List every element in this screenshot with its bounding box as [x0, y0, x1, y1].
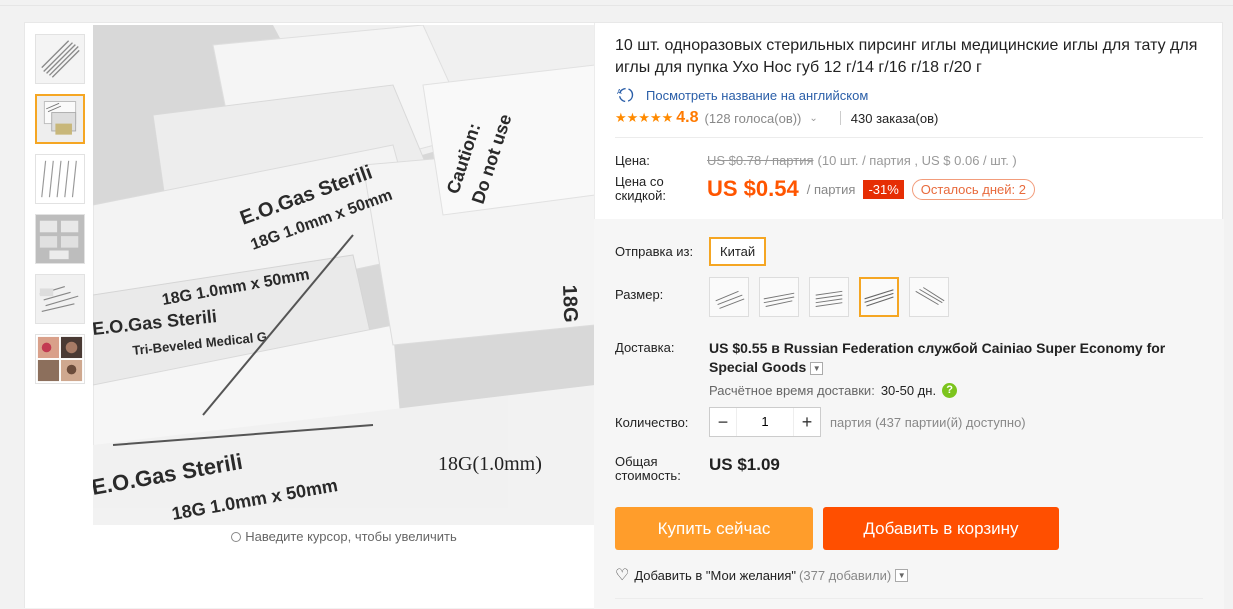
rating-separator: [839, 111, 841, 125]
heart-plus-icon[interactable]: ♡: [615, 565, 629, 585]
size-option-5[interactable]: [909, 277, 949, 317]
zoom-hint: Наведите курсор, чтобы увеличить: [93, 529, 595, 544]
wishlist-label[interactable]: Добавить в "Мои желания": [634, 568, 796, 583]
price-label: Цена:: [615, 153, 650, 168]
original-price-details: (10 шт. / партия , US $ 0.06 / шт. ): [817, 153, 1017, 168]
thumbnail-2[interactable]: [35, 94, 85, 144]
original-price: US $0.78 / партия: [707, 153, 814, 168]
delivery-eta: Расчётное время доставки: 30-50 дн.?: [709, 383, 1215, 398]
size-row: Размер:: [615, 277, 959, 317]
discount-price-row: Цена со скидкой: US $0.54 / партия -31% …: [615, 174, 1036, 203]
help-icon[interactable]: ?: [942, 383, 958, 398]
quantity-stepper: − 1 +: [709, 407, 821, 437]
svg-text:A: A: [617, 89, 622, 96]
translate-title-link[interactable]: A Посмотреть название на английском: [615, 87, 868, 103]
days-left-badge: Осталось дней: 2: [911, 178, 1036, 200]
thumbnail-4[interactable]: [35, 214, 85, 264]
top-strip: [0, 0, 1233, 6]
original-price-row: Цена: US $0.78 / партия (10 шт. / партия…: [615, 153, 1017, 168]
thumbnail-3[interactable]: [35, 154, 85, 204]
main-product-image[interactable]: E.O.Gas Sterili 18G 1.0mm x 50mm 18G 1.0…: [93, 25, 595, 525]
delivery-label: Доставка:: [615, 340, 675, 355]
delivery-row: Доставка: US $0.55 в Russian Federation …: [615, 339, 1215, 398]
rating-votes[interactable]: (128 голоса(ов)): [705, 111, 802, 126]
chevron-down-icon[interactable]: ▼: [895, 568, 909, 582]
quantity-label: Количество:: [615, 414, 689, 430]
translate-icon: A: [615, 87, 637, 103]
rating-row: ★★★★★ 4.8 (128 голоса(ов)) ⌄ 430 заказа(…: [615, 109, 938, 127]
total-price: US $1.09: [709, 455, 780, 474]
thumbnail-list: [35, 34, 85, 394]
quantity-input[interactable]: 1: [736, 408, 794, 436]
ship-from-label: Отправка из:: [615, 244, 694, 259]
size-option-4[interactable]: [859, 277, 899, 317]
delivery-method[interactable]: US $0.55 в Russian Federation службой Ca…: [709, 339, 1215, 377]
svg-text:18G: 18G: [558, 284, 581, 323]
product-title: 10 шт. одноразовых стерильных пирсинг иг…: [615, 37, 1198, 76]
rating-stars: ★★★★★: [615, 110, 674, 125]
discount-price-label: Цена со скидкой:: [615, 174, 666, 203]
increase-button[interactable]: +: [794, 408, 820, 436]
size-option-2[interactable]: [759, 277, 799, 317]
decrease-button[interactable]: −: [710, 408, 736, 436]
product-page: E.O.Gas Sterili 18G 1.0mm x 50mm 18G 1.0…: [24, 22, 1224, 609]
size-option-3[interactable]: [809, 277, 849, 317]
wishlist-count: (377 добавили): [799, 567, 892, 583]
total-row: Общая стоимость: US $1.09: [615, 455, 780, 483]
size-option-1[interactable]: [709, 277, 749, 317]
chevron-down-icon[interactable]: ⌄: [809, 113, 817, 124]
ship-from-row: Отправка из: Китай: [615, 237, 767, 266]
buy-now-button[interactable]: Купить сейчас: [615, 507, 813, 550]
add-to-cart-button[interactable]: Добавить в корзину: [823, 507, 1059, 550]
quantity-available: партия (437 партии(й) доступно): [830, 414, 1026, 430]
delivery-info: US $0.55 в Russian Federation службой Ca…: [709, 339, 1215, 398]
price-unit: / партия: [806, 181, 856, 197]
thumbnail-5[interactable]: [35, 274, 85, 324]
discount-badge: -31%: [863, 179, 904, 199]
divider: [615, 137, 1203, 138]
thumbnail-6[interactable]: [35, 334, 85, 384]
magnifier-icon: [231, 532, 242, 542]
size-label: Размер:: [615, 287, 664, 302]
rating-score: 4.8: [676, 109, 699, 126]
thumbnail-1[interactable]: [35, 34, 85, 84]
total-label: Общая стоимость:: [615, 454, 681, 483]
discount-price: US $0.54: [707, 176, 799, 201]
main-image-caption: 18G(1.0mm): [438, 453, 542, 475]
chevron-down-icon[interactable]: ▼: [810, 361, 824, 375]
divider: [615, 598, 1203, 599]
ship-from-option-china[interactable]: Китай: [709, 237, 767, 266]
wishlist-row[interactable]: ♡ Добавить в "Мои желания" (377 добавили…: [615, 565, 909, 585]
quantity-row: Количество: − 1 + партия (437 партии(й) …: [615, 407, 1026, 437]
orders-count: 430 заказа(ов): [850, 110, 939, 126]
